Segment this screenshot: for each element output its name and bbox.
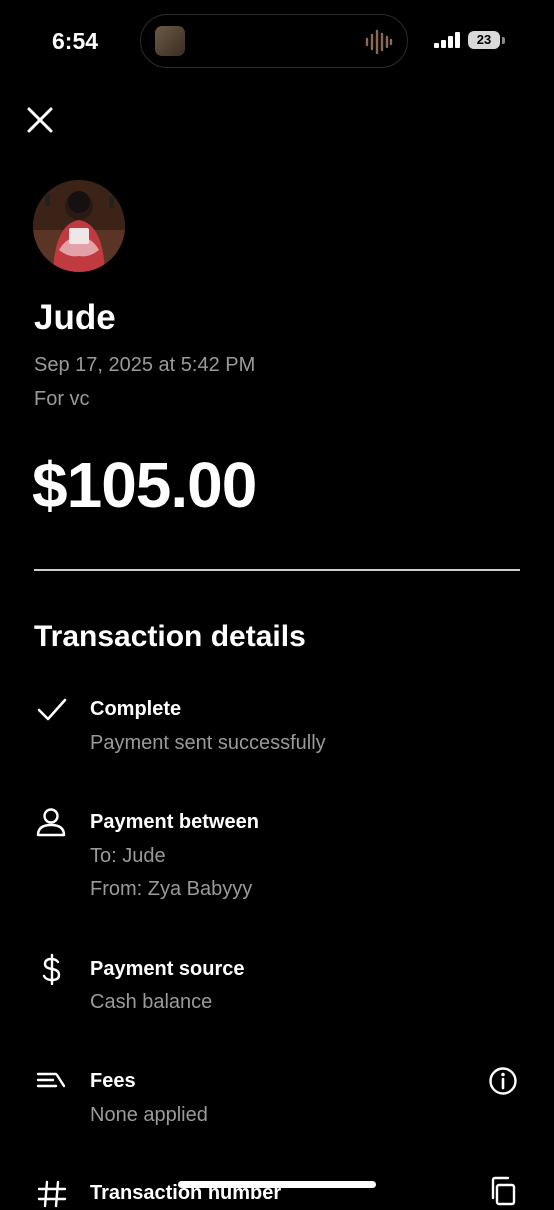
source-subtitle: Cash balance	[90, 991, 213, 1013]
between-title: Payment between	[90, 811, 259, 833]
fees-subtitle: None applied	[90, 1104, 208, 1126]
now-playing-artwork	[155, 26, 185, 56]
close-icon[interactable]	[26, 106, 54, 134]
signal-icon	[434, 32, 460, 48]
dollar-icon	[42, 953, 61, 985]
status-time: 6:54	[52, 28, 99, 54]
fees-icon	[36, 1072, 66, 1088]
check-icon	[37, 698, 67, 721]
between-to: To: Jude	[90, 845, 166, 867]
fees-title: Fees	[90, 1070, 136, 1092]
transaction-date: Sep 17, 2025 at 5:42 PM	[34, 354, 256, 376]
dynamic-island[interactable]	[140, 14, 408, 68]
hash-icon	[37, 1180, 67, 1208]
divider	[34, 569, 520, 571]
info-icon[interactable]	[488, 1066, 518, 1096]
section-title: Transaction details	[34, 620, 306, 653]
home-indicator[interactable]	[178, 1181, 376, 1188]
avatar	[33, 180, 125, 272]
status-subtitle: Payment sent successfully	[90, 732, 326, 754]
copy-icon[interactable]	[488, 1176, 518, 1206]
audio-wave-icon	[365, 29, 393, 55]
person-icon	[36, 808, 66, 837]
battery-tip	[502, 37, 505, 44]
payment-amount: $105.00	[32, 449, 257, 521]
battery-icon: 23	[468, 31, 500, 49]
status-title: Complete	[90, 698, 182, 720]
status-bar: 6:54 23	[0, 0, 554, 84]
payment-note: For vc	[34, 388, 90, 410]
payee-name: Jude	[34, 298, 116, 337]
between-from: From: Zya Babyyy	[90, 878, 253, 900]
source-title: Payment source	[90, 958, 245, 980]
